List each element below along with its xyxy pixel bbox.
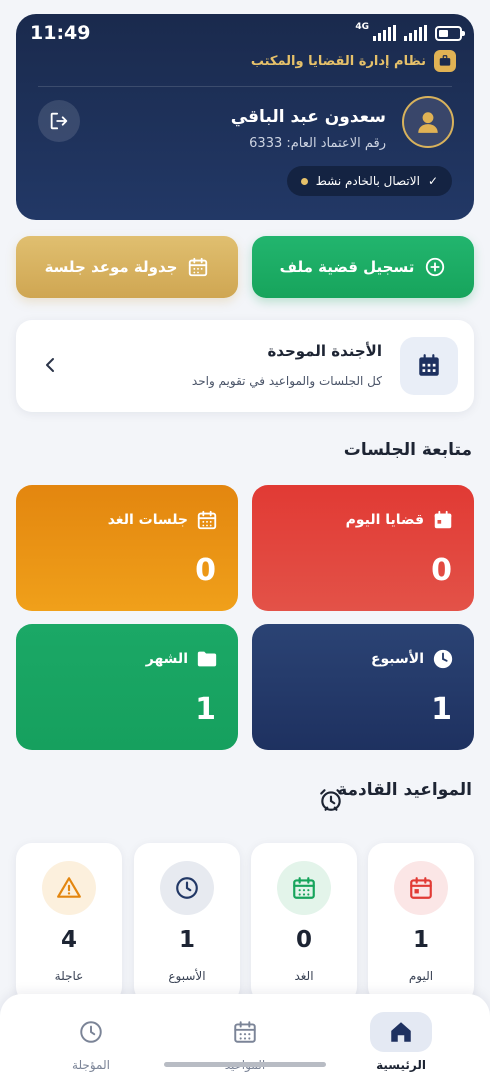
status-dot (300, 177, 308, 185)
system-title: نظام إدارة القضايا والمكتب (250, 53, 426, 69)
today-cases-label: قضايا اليوم (345, 512, 424, 528)
upcoming-week-card[interactable]: 1 الأسبوع (134, 843, 240, 1003)
bottom-navigation: الرئيسية المواعيد المؤجلة (0, 994, 490, 1080)
tomorrow-sessions-label: جلسات الغد (107, 512, 188, 528)
register-case-label: تسجيل قضية ملف (279, 258, 415, 276)
upcoming-week-label: الأسبوع (168, 969, 206, 983)
upcoming-today-value: 1 (412, 927, 429, 953)
calendar-grid-icon (277, 861, 331, 915)
upcoming-tomorrow-label: الغد (294, 969, 314, 983)
connection-status-text: الاتصال بالخادم نشط (315, 174, 420, 188)
agenda-subtitle: كل الجلسات والمواعيد في تقويم واحد (191, 374, 382, 388)
calendar-icon (394, 861, 448, 915)
calendar-icon (189, 257, 208, 277)
plus-circle-icon (426, 257, 445, 277)
month-card[interactable]: الشهر 1 (16, 624, 238, 750)
briefcase-icon (434, 50, 456, 72)
battery-icon (435, 26, 465, 41)
upcoming-tomorrow-value: 0 (295, 927, 312, 953)
upcoming-today-label: اليوم (408, 969, 434, 983)
profile-header: 11:49 4G نظام إدارة القضايا والمكتب سعدو… (16, 14, 474, 220)
register-case-button[interactable]: تسجيل قضية ملف (252, 236, 474, 298)
today-cases-value: 0 (431, 553, 452, 588)
schedule-session-button[interactable]: جدولة موعد جلسة (16, 236, 238, 298)
header-divider (38, 86, 452, 87)
month-value: 1 (195, 692, 216, 727)
user-name: سعدون عبد الباقي (230, 107, 386, 127)
clock-icon (60, 1012, 122, 1052)
upcoming-today-card[interactable]: 1 اليوم (368, 843, 474, 1003)
check-icon: ✓ (427, 174, 438, 188)
nav-postponed-label: المؤجلة (72, 1058, 110, 1072)
tomorrow-sessions-card[interactable]: جلسات الغد 0 (16, 485, 238, 611)
sessions-section-title: متابعة الجلسات (343, 440, 472, 460)
logout-button[interactable] (38, 100, 80, 142)
status-time: 11:49 (30, 22, 91, 44)
home-icon (370, 1012, 432, 1052)
status-icons: 4G (355, 22, 465, 41)
clock-icon (433, 649, 453, 669)
folder-icon (197, 651, 217, 667)
upcoming-week-value: 1 (178, 927, 195, 953)
clock-icon (160, 861, 214, 915)
calendar-grid-icon (400, 337, 458, 395)
network-type: 4G (355, 22, 369, 32)
status-bar: 11:49 4G (28, 18, 465, 44)
unified-agenda-card[interactable]: الأجندة الموحدة كل الجلسات والمواعيد في … (16, 320, 474, 412)
upcoming-urgent-label: عاجلة (54, 969, 84, 983)
home-indicator (164, 1062, 326, 1067)
connection-status-badge: ✓ الاتصال بالخادم نشط (286, 166, 452, 196)
week-card[interactable]: الأسبوع 1 (252, 624, 474, 750)
alarm-clock-icon (320, 789, 342, 811)
calendar-grid-icon (197, 510, 217, 530)
signal-icon-2 (404, 25, 427, 41)
signal-icon (373, 25, 396, 41)
calendar-icon (434, 510, 452, 529)
user-id: رقم الاعتماد العام: 6333 (249, 136, 386, 151)
user-info: سعدون عبد الباقي رقم الاعتماد العام: 633… (126, 107, 386, 151)
upcoming-urgent-value: 4 (60, 927, 77, 953)
nav-postponed[interactable]: المؤجلة (36, 1012, 146, 1072)
user-icon (418, 112, 438, 133)
month-label: الشهر (145, 651, 188, 667)
schedule-session-label: جدولة موعد جلسة (44, 258, 178, 276)
today-cases-card[interactable]: قضايا اليوم 0 (252, 485, 474, 611)
upcoming-tomorrow-card[interactable]: 0 الغد (251, 843, 357, 1003)
system-title-row: نظام إدارة القضايا والمكتب (251, 50, 456, 72)
week-label: الأسبوع (370, 651, 424, 667)
warning-icon (42, 861, 96, 915)
logout-icon (50, 112, 68, 130)
upcoming-urgent-card[interactable]: 4 عاجلة (16, 843, 122, 1003)
nav-home-label: الرئيسية (376, 1058, 426, 1072)
chevron-left-icon (38, 353, 62, 377)
calendar-icon (214, 1012, 276, 1052)
tomorrow-sessions-value: 0 (195, 553, 216, 588)
agenda-title: الأجندة الموحدة (267, 342, 382, 360)
week-value: 1 (431, 692, 452, 727)
nav-home[interactable]: الرئيسية (346, 1012, 456, 1072)
upcoming-section-title: المواعيد القادمة (337, 780, 472, 800)
avatar[interactable] (402, 96, 454, 148)
